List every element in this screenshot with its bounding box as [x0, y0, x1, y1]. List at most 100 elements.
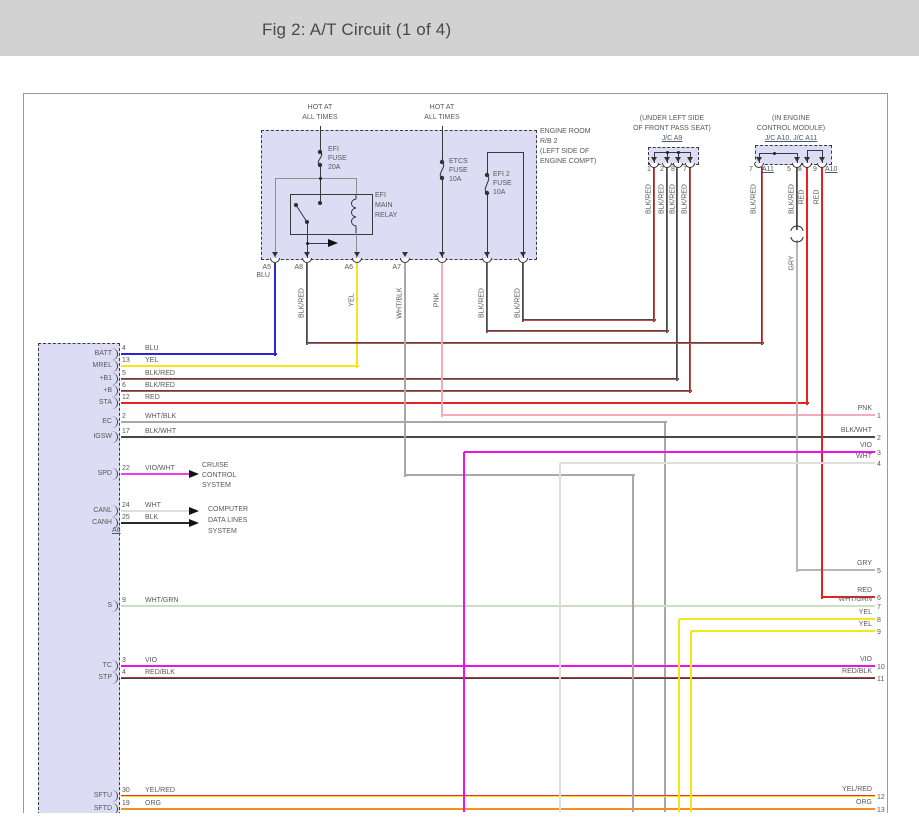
- etcs-fuse-symbol: [440, 160, 443, 179]
- stub-number: 7: [877, 604, 881, 612]
- ecm-pin-number: 30: [122, 787, 130, 795]
- junction-dot: [773, 152, 776, 155]
- ecm-pin-label-sta: STA: [99, 399, 112, 407]
- wire-color-label-blk-red: BLK/RED: [659, 184, 666, 214]
- ecm-pin-number: 2: [122, 413, 126, 421]
- jc-a9-ref[interactable]: J/C A9: [662, 135, 683, 143]
- pin-a8: A8: [294, 264, 303, 272]
- ecm-pin-label-plusb1: +B1: [99, 375, 112, 383]
- wire-color-label-wht-blk: WHT/BLK: [397, 287, 404, 318]
- efi-main-relay-1: EFI: [375, 192, 386, 200]
- wire-color-label-red: RED: [799, 190, 806, 205]
- pin-arrow-icon: [439, 252, 445, 257]
- ref-a11[interactable]: A11: [762, 166, 774, 174]
- ecm-pin-number: 13: [122, 357, 130, 365]
- pin-arrow-icon: [304, 252, 310, 257]
- ecm-pin-number: 9: [122, 597, 126, 605]
- efi-main-relay-3: RELAY: [375, 212, 397, 220]
- efi-fuse-symbol: [318, 150, 321, 166]
- ecm-wire-color-label: BLK/WHT: [145, 428, 176, 436]
- efi2-fuse-symbol: [485, 173, 488, 194]
- ecm-pin-label-mrel: MREL: [93, 362, 112, 370]
- ecm-pin-label-spd: SPD: [98, 470, 112, 478]
- rb2-caption-4: ENGINE COMPT): [540, 158, 596, 166]
- ecm-pin-number: 6: [122, 382, 126, 390]
- hot-at-1: HOT AT: [308, 104, 333, 112]
- ecm-pin-label-sftd: SFTD: [94, 805, 112, 813]
- stub-color-label: VIO: [860, 442, 872, 450]
- stub-color-label: RED: [857, 587, 872, 595]
- pin-arrow-icon: [651, 157, 657, 162]
- stub-number: 9: [877, 629, 881, 637]
- efi2-fuse-3: 10A: [493, 189, 505, 197]
- ecm-pin-number: 25: [122, 514, 130, 522]
- relay-coil-symbol: [352, 194, 357, 233]
- diagram-canvas: HOT ATALL TIMESHOT ATALL TIMESEFIFUSE20A…: [23, 93, 888, 813]
- stub-color-label: GRY: [857, 560, 872, 568]
- ecm-wire-color-label: WHT/BLK: [145, 413, 176, 421]
- jc-a9-pin-7: 7: [683, 166, 687, 174]
- ecm-pin-label-ec: EC: [102, 418, 112, 426]
- efi-main-relay-2: MAIN: [375, 202, 393, 210]
- wire-color-label-blk-red: BLK/RED: [479, 288, 486, 318]
- computer-1: COMPUTER: [208, 506, 248, 514]
- hot-at-2: HOT AT: [430, 104, 455, 112]
- ecm-pin-number: 12: [122, 394, 130, 402]
- stub-number: 3: [877, 450, 881, 458]
- pin-arrow-icon: [804, 157, 810, 162]
- stub-color-label: BLK/WHT: [841, 427, 872, 435]
- pin-a7: A7: [392, 264, 401, 272]
- junction-dot: [666, 151, 669, 154]
- ecm-wire-color-label: ORG: [145, 800, 161, 808]
- stub-number: 1: [877, 413, 881, 421]
- junction-dot: [677, 151, 680, 154]
- ecm-pin-number: 5: [122, 370, 126, 378]
- jc-pin-5: 5: [787, 166, 791, 174]
- wire-color-label-blk-red: BLK/RED: [670, 184, 677, 214]
- ecm-wire-color-label: BLK/RED: [145, 370, 175, 378]
- efi-fuse-3: 20A: [328, 164, 340, 172]
- pin-arrow-icon: [272, 252, 278, 257]
- jc-a9-caption-2: OF FRONT PASS SEAT): [633, 125, 711, 133]
- computer-2: DATA LINES: [208, 517, 247, 525]
- page: Fig 2: A/T Circuit (1 of 4): [0, 0, 919, 835]
- wire-color-label-yel: YEL: [349, 293, 356, 306]
- wire-color-label-blk-red: BLK/RED: [299, 288, 306, 318]
- ecm-pin-label-plusb: +B: [103, 387, 112, 395]
- wire-color-label-blk-red: BLK/RED: [515, 288, 522, 318]
- stub-number: 8: [877, 617, 881, 625]
- efi-fuse-2: FUSE: [328, 155, 347, 163]
- efi2-fuse-1: EFI 2: [493, 171, 510, 179]
- cruise-1: CRUISE: [202, 462, 228, 470]
- etcs-fuse-2: FUSE: [449, 167, 468, 175]
- pin-arrow-icon: [756, 157, 762, 162]
- ecm-pin-label-canl: CANL: [93, 507, 112, 515]
- wire-color-label-blk-red: BLK/RED: [646, 184, 653, 214]
- jc-a9-caption-1: (UNDER LEFT SIDE: [640, 115, 704, 123]
- ecm-pin-number: 17: [122, 428, 130, 436]
- relay-switch-symbol: [294, 201, 321, 223]
- pin-arrow-icon: [794, 157, 800, 162]
- flow-arrow-icon: [189, 519, 199, 527]
- stub-color-label: PNK: [858, 405, 872, 413]
- inline-connector-symbol: [791, 226, 803, 242]
- jc-a10-a11-ref[interactable]: J/C A10, J/C A11: [765, 135, 817, 143]
- stub-color-label: VIO: [860, 656, 872, 664]
- jc-a10-caption-1: (IN ENGINE: [772, 115, 810, 123]
- ecm-pin-label-tc: TC: [103, 662, 112, 670]
- all-times-1: ALL TIMES: [302, 114, 337, 122]
- flow-arrow-icon: [189, 507, 199, 515]
- stub-color-label: ORG: [856, 799, 872, 807]
- ref-a10[interactable]: A10: [825, 166, 837, 174]
- computer-3: SYSTEM: [208, 528, 237, 536]
- junction-dot: [319, 177, 322, 180]
- ecm-pin-number: 24: [122, 502, 130, 510]
- ecm-pin-number: 3: [122, 657, 126, 665]
- ecm-wire-color-label: VIO: [145, 657, 157, 665]
- ecm-wire-color-label: BLK/RED: [145, 382, 175, 390]
- pin-arrow-icon: [402, 252, 408, 257]
- ecm-wire-color-label: RED: [145, 394, 160, 402]
- wire-color-label-gry: GRY: [789, 255, 796, 270]
- wire-color-label-blk-red: BLK/RED: [751, 184, 758, 214]
- ecm-wire-color-label: YEL/RED: [145, 787, 175, 795]
